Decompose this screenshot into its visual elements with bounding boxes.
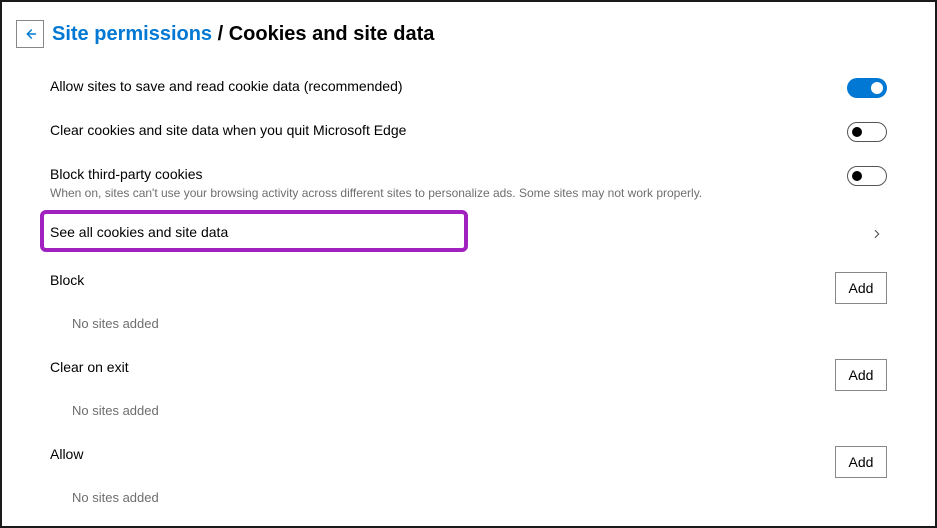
- arrow-left-icon: [22, 26, 38, 42]
- row-text: Clear cookies and site data when you qui…: [50, 122, 847, 138]
- row-text: Allow sites to save and read cookie data…: [50, 78, 847, 94]
- allow-cookies-toggle[interactable]: [847, 78, 887, 98]
- clear-exit-section-title: Clear on exit: [50, 359, 835, 375]
- see-all-cookies-title: See all cookies and site data: [50, 224, 867, 240]
- row-text: Clear on exit: [50, 359, 835, 375]
- allow-add-button[interactable]: Add: [835, 446, 887, 478]
- page-header: Site permissions / Cookies and site data: [2, 2, 935, 56]
- clear-exit-add-button[interactable]: Add: [835, 359, 887, 391]
- clear-exit-section-row: Clear on exit Add: [50, 343, 887, 395]
- row-text: Block third-party cookies When on, sites…: [50, 166, 847, 200]
- block-third-party-toggle[interactable]: [847, 166, 887, 186]
- block-third-party-title: Block third-party cookies: [50, 166, 847, 182]
- allow-section-row: Allow Add: [50, 430, 887, 482]
- breadcrumb: Site permissions / Cookies and site data: [52, 23, 434, 46]
- clear-on-quit-toggle[interactable]: [847, 122, 887, 142]
- back-button[interactable]: [16, 20, 44, 48]
- chevron-right-icon[interactable]: [867, 224, 887, 244]
- settings-content: Allow sites to save and read cookie data…: [2, 56, 935, 527]
- block-add-button[interactable]: Add: [835, 272, 887, 304]
- block-third-party-desc: When on, sites can't use your browsing a…: [50, 186, 847, 200]
- clear-on-quit-row: Clear cookies and site data when you qui…: [50, 110, 887, 154]
- row-text: See all cookies and site data: [50, 224, 867, 240]
- allow-cookies-row: Allow sites to save and read cookie data…: [50, 66, 887, 110]
- allow-cookies-title: Allow sites to save and read cookie data…: [50, 78, 847, 94]
- breadcrumb-separator: /: [212, 23, 229, 45]
- clear-on-quit-title: Clear cookies and site data when you qui…: [50, 122, 847, 138]
- allow-empty-msg: No sites added: [50, 482, 887, 517]
- breadcrumb-link[interactable]: Site permissions: [52, 23, 212, 45]
- row-text: Allow: [50, 446, 835, 462]
- block-third-party-row: Block third-party cookies When on, sites…: [50, 154, 887, 212]
- block-empty-msg: No sites added: [50, 308, 887, 343]
- clear-exit-empty-msg: No sites added: [50, 395, 887, 430]
- block-section-row: Block Add: [50, 256, 887, 308]
- block-section-title: Block: [50, 272, 835, 288]
- see-all-cookies-row[interactable]: See all cookies and site data: [50, 212, 887, 256]
- breadcrumb-current: Cookies and site data: [229, 23, 435, 45]
- allow-section-title: Allow: [50, 446, 835, 462]
- row-text: Block: [50, 272, 835, 288]
